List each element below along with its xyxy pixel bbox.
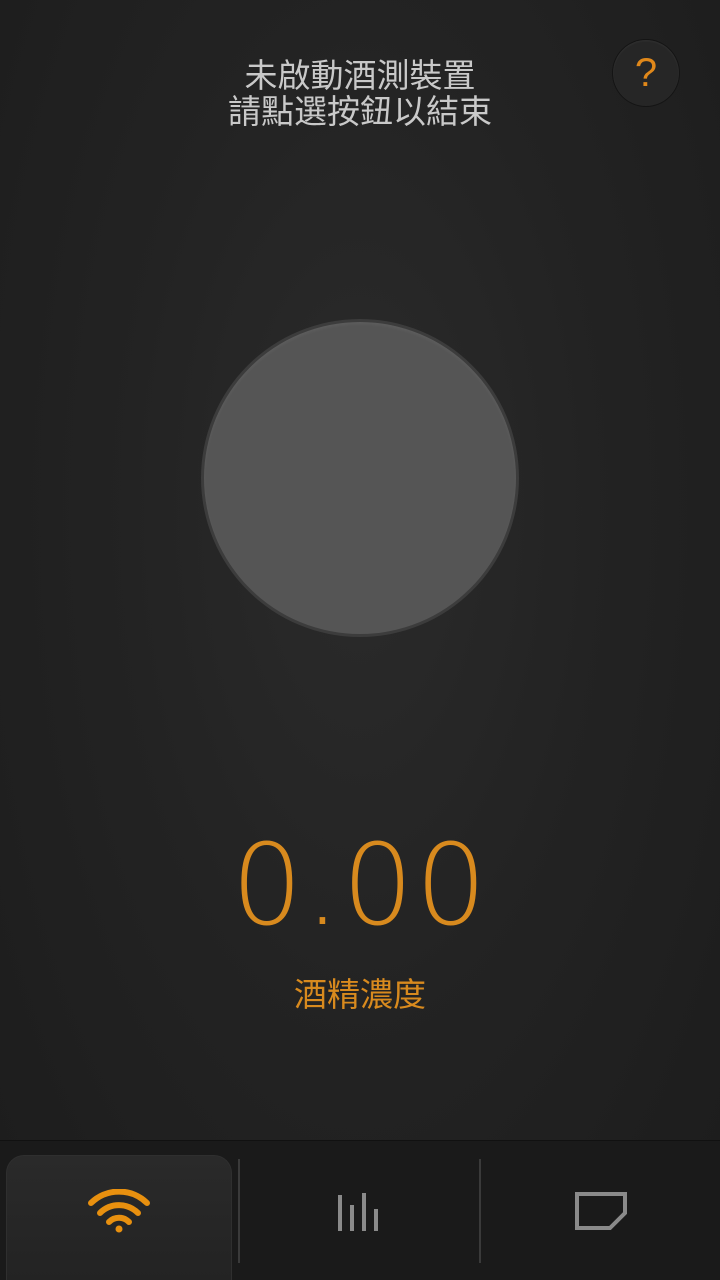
alcohol-reading-value: 0.00: [231, 821, 489, 951]
wifi-icon: [88, 1189, 150, 1233]
start-test-button[interactable]: [204, 322, 516, 634]
app-screen: 未啟動酒測裝置 請點選按鈕以結束 ? 0.00 酒精濃度: [0, 0, 720, 1280]
question-mark-icon: ?: [634, 50, 658, 95]
tab-history[interactable]: [240, 1141, 479, 1280]
bar-chart-icon: [337, 1193, 378, 1231]
alcohol-reading-label: 酒精濃度: [294, 975, 426, 1014]
bottom-tab-bar: [0, 1140, 720, 1280]
status-line-2: 請點選按鈕以結束: [228, 92, 492, 131]
tab-measure[interactable]: [0, 1141, 238, 1280]
status-message: 未啟動酒測裝置 請點選按鈕以結束: [0, 58, 720, 130]
note-icon: [574, 1192, 627, 1230]
tab-notes[interactable]: [481, 1141, 720, 1280]
help-button[interactable]: ?: [613, 40, 679, 106]
status-line-1: 未啟動酒測裝置: [244, 56, 476, 95]
